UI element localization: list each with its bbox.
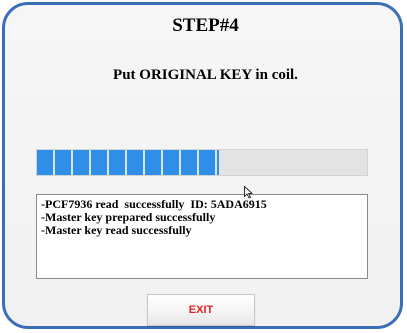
window: STEP#4 Put ORIGINAL KEY in coil. -PCF793… bbox=[0, 0, 407, 333]
exit-button[interactable]: EXIT bbox=[147, 294, 255, 326]
progress-fill bbox=[37, 150, 219, 175]
instruction-text: Put ORIGINAL KEY in coil. bbox=[113, 67, 298, 83]
log-output: -PCF7936 read successfully ID: 5ADA6915 … bbox=[36, 194, 368, 279]
step-title: STEP#4 bbox=[172, 15, 239, 36]
progress-bar bbox=[36, 149, 368, 176]
log-line: -Master key read successfully bbox=[41, 223, 192, 237]
mouse-pointer-icon bbox=[244, 186, 253, 199]
